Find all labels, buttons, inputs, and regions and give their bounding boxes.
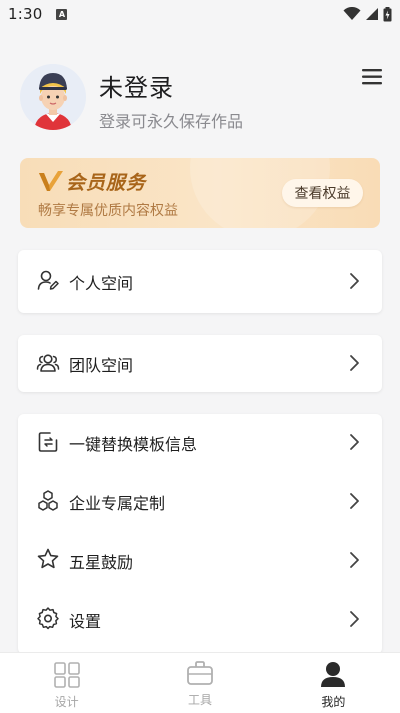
team-icon [36,354,60,372]
user-edit-icon [37,270,59,290]
enterprise-custom-row[interactable]: 企业专属定制 [18,472,382,531]
chevron-right-icon [350,493,359,509]
five-star-label: 五星鼓励 [69,553,134,572]
tools-card: 一键替换模板信息 企业专属定制 五星鼓励 设置 [18,414,382,654]
chevron-right-icon [350,434,359,450]
tab-tools[interactable]: 工具 [133,653,266,713]
wifi-icon [343,7,361,20]
status-left: 1:30 A [8,5,68,23]
vip-logo-icon [39,171,63,191]
vip-description: 畅享专属优质内容权益 [38,203,178,219]
tab-design[interactable]: 设计 [0,653,133,713]
profile-header: 未登录 登录可永久保存作品 [20,64,382,134]
five-star-row[interactable]: 五星鼓励 [18,531,382,590]
status-time: 1:30 [8,5,43,23]
tab-design-label: 设计 [54,695,79,709]
view-benefits-button[interactable]: 查看权益 [282,179,363,207]
team-space-card: 团队空间 [18,335,382,392]
vip-banner[interactable]: 会员服务 畅享专属优质内容权益 查看权益 [20,158,380,228]
star-icon [37,548,59,569]
menu-icon[interactable] [362,68,382,86]
chevron-right-icon [350,273,359,289]
replace-template-row[interactable]: 一键替换模板信息 [18,414,382,472]
tab-mine-label: 我的 [321,695,346,709]
tab-tools-label: 工具 [187,693,212,707]
gear-icon [37,607,59,630]
grid-icon [53,662,80,688]
tab-mine[interactable]: 我的 [267,653,400,713]
avatar-illustration-icon [20,64,86,130]
notification-a-icon: A [56,8,68,20]
toolbox-icon [187,661,213,685]
replace-icon [38,432,58,452]
vip-title: 会员服务 [66,172,147,194]
team-space-label: 团队空间 [69,356,134,375]
chevron-right-icon [350,611,359,627]
personal-space-row[interactable]: 个人空间 [18,250,382,313]
settings-label: 设置 [69,612,102,631]
username[interactable]: 未登录 [99,68,174,103]
personal-space-label: 个人空间 [69,274,134,293]
team-space-row[interactable]: 团队空间 [18,335,382,392]
user-icon [321,662,346,687]
personal-space-card: 个人空间 [18,250,382,313]
settings-row[interactable]: 设置 [18,590,382,648]
hexagon-cluster-icon [38,490,58,511]
avatar[interactable] [20,64,86,130]
signal-icon [366,8,378,20]
replace-template-label: 一键替换模板信息 [69,435,198,454]
bottom-tab-bar: 设计 工具 我的 [0,652,400,713]
chevron-right-icon [350,552,359,568]
login-hint[interactable]: 登录可永久保存作品 [99,108,243,132]
battery-icon [383,6,392,21]
status-right [343,6,392,22]
enterprise-custom-label: 企业专属定制 [69,494,166,513]
chevron-right-icon [350,355,359,371]
status-bar: 1:30 A [0,0,400,28]
